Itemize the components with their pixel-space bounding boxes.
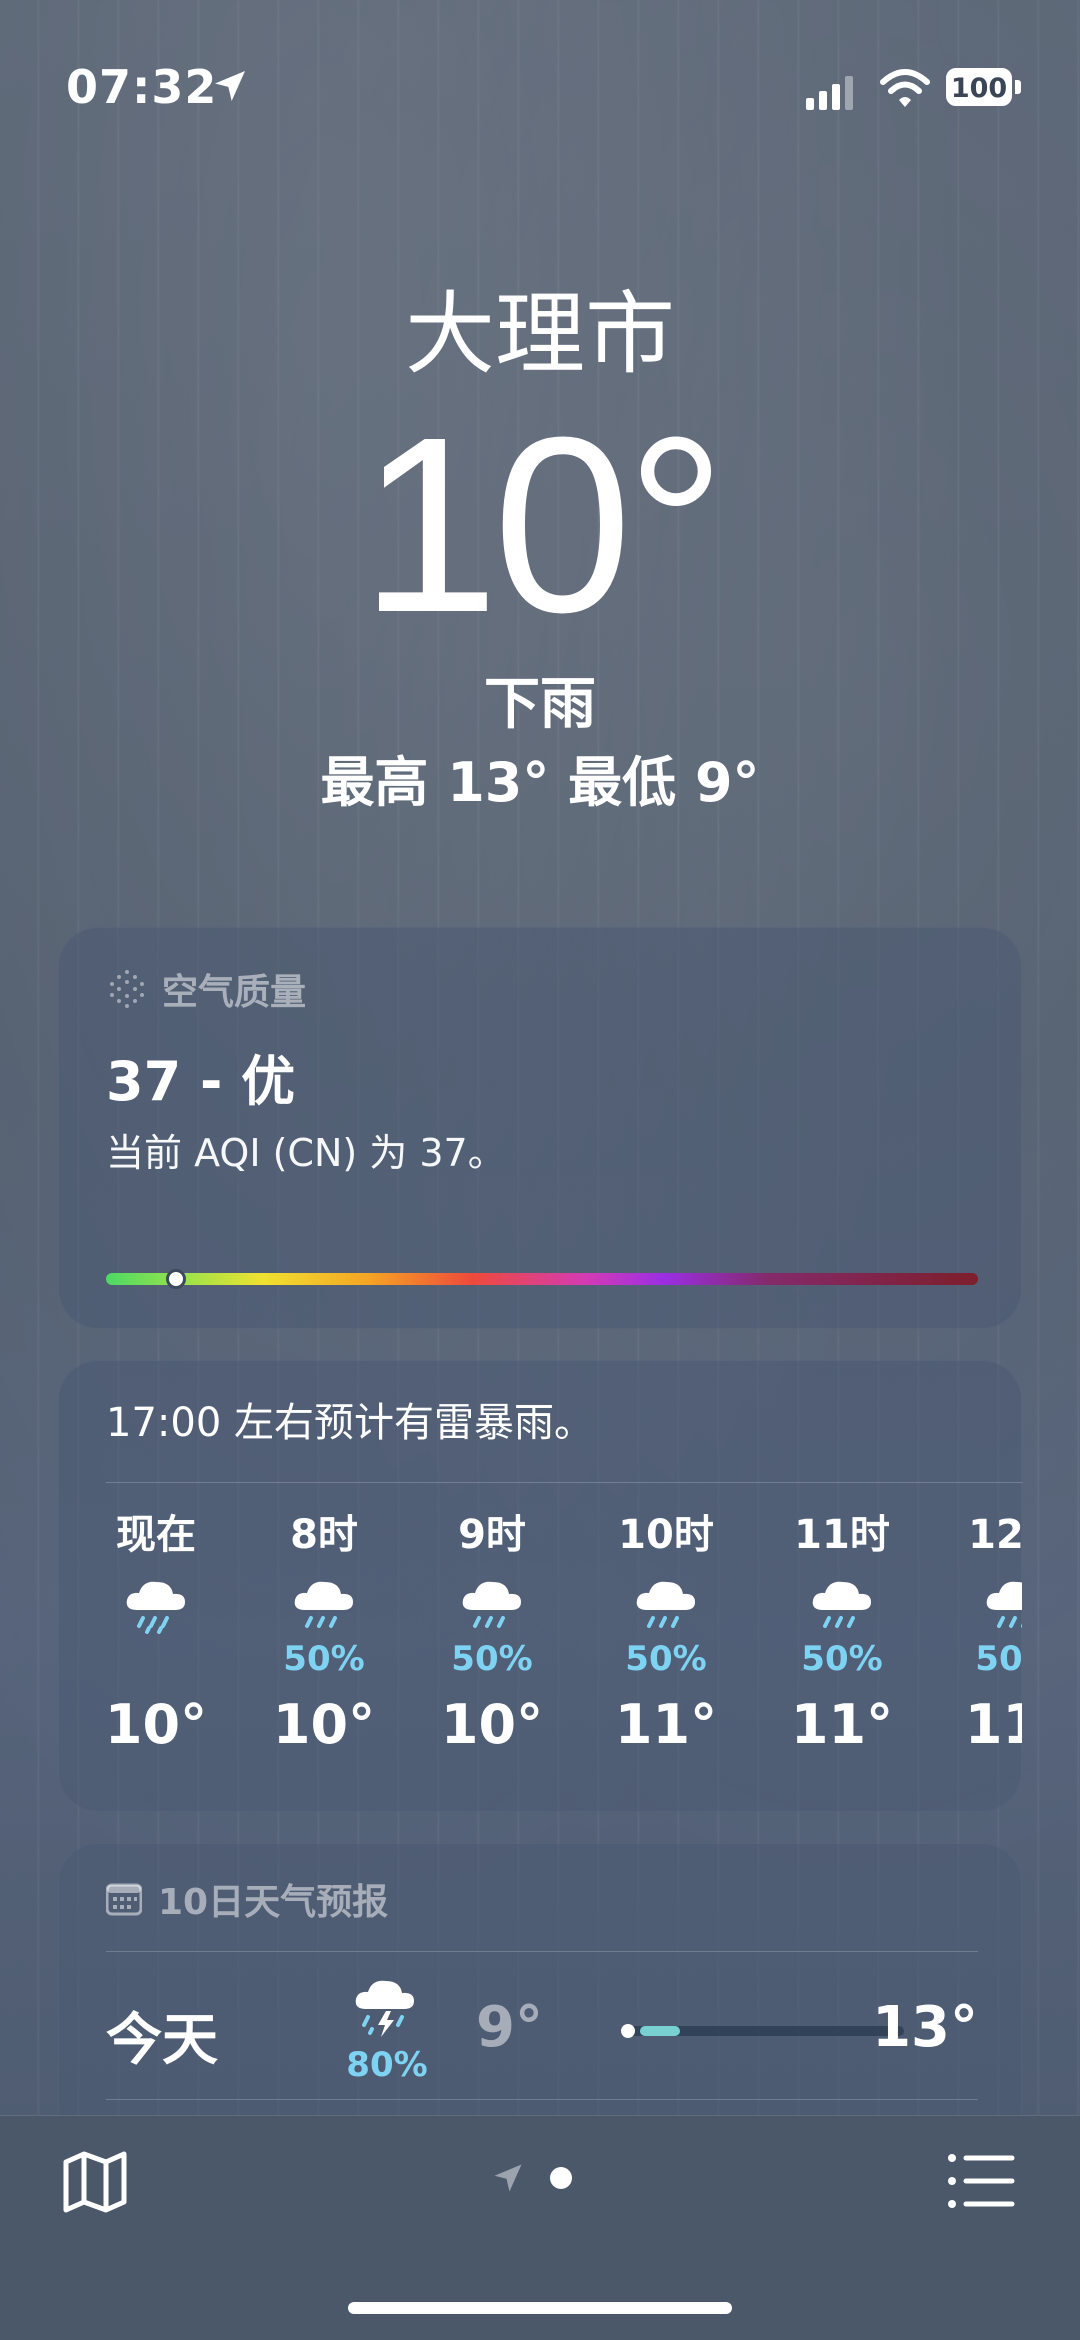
temperature-range-fill [640, 2026, 680, 2036]
cloud-rain-icon [812, 1581, 871, 1628]
hour-temperature: 10° [440, 1693, 544, 1756]
hour-temperature: 10° [272, 1693, 376, 1756]
hour-item: 12时 50% 11° [946, 1510, 1022, 1760]
cloud-rain-icon [636, 1581, 695, 1628]
high-temperature: 13° [872, 1995, 978, 2060]
precip-chance: 50% [451, 1639, 533, 1679]
precip-chance: 50% [625, 1639, 707, 1679]
hour-temperature: 10° [104, 1693, 208, 1756]
air-quality-title: 空气质量 [162, 972, 307, 1013]
aqi-value: 37 - 优 [106, 1050, 296, 1113]
aqi-description: 当前 AQI (CN) 为 37。 [106, 1131, 506, 1175]
day-label: 今天 [106, 2008, 218, 2073]
cloud-rain-icon [126, 1581, 185, 1634]
ten-day-header: 10日天气预报 [106, 1873, 388, 1925]
low-temperature: 9° [476, 1995, 543, 2060]
status-bar: 07:32 100 [0, 58, 1080, 118]
cellular-signal-icon [806, 76, 853, 110]
air-quality-icon [110, 970, 144, 1008]
hour-item: 8时 50% 10° [254, 1510, 394, 1760]
aqi-indicator [165, 1269, 186, 1289]
hour-label: 9时 [458, 1512, 526, 1558]
divider [106, 1951, 978, 1952]
hour-temperature: 11° [964, 1693, 1022, 1756]
hourly-list[interactable]: 现在 10° 8时 50% 10° 9时 50% 10° 10时 50% 11°… [78, 1510, 1022, 1810]
page-indicator[interactable] [490, 2160, 572, 2196]
precip-chance: 50% [283, 1639, 365, 1679]
battery-icon: 100 [946, 68, 1024, 108]
hour-item: 现在 10° [86, 1510, 226, 1760]
air-quality-card[interactable]: 空气质量 37 - 优 当前 AQI (CN) 为 37。 [58, 927, 1022, 1329]
cloud-rain-icon [294, 1581, 353, 1628]
precip-chance: 50% [975, 1639, 1022, 1679]
divider [106, 1482, 1022, 1483]
hourly-forecast-card[interactable]: 17:00 左右预计有雷暴雨。 现在 10° 8时 50% 10° 9时 50%… [58, 1360, 1022, 1812]
precip-chance: 80% [346, 2045, 428, 2085]
page-dot-active [550, 2167, 572, 2189]
precip-chance [86, 1640, 226, 1678]
calendar-icon [106, 1883, 142, 1916]
city-name: 大理市 [405, 282, 675, 387]
hour-label: 11时 [794, 1512, 890, 1558]
status-time: 07:32 [66, 60, 218, 114]
precip-chance: 50% [801, 1639, 883, 1679]
air-quality-header: 空气质量 [106, 963, 306, 1015]
ten-day-title: 10日天气预报 [158, 1882, 389, 1923]
aqi-scale-bar [106, 1269, 978, 1289]
cloud-rain-icon [986, 1581, 1022, 1628]
hour-label: 10时 [618, 1512, 714, 1558]
cloud-rain-icon [462, 1581, 521, 1628]
hour-temperature: 11° [614, 1693, 718, 1756]
forecast-summary: 17:00 左右预计有雷暴雨。 [106, 1400, 594, 1446]
list-icon[interactable] [946, 2148, 1016, 2214]
cloud-bolt-rain-icon [355, 1980, 414, 2037]
temperature-range-bar [621, 2024, 904, 2038]
location-arrow-icon [494, 2164, 522, 2192]
forecast-day-row[interactable]: 今天 80% 9° 13° [106, 1973, 978, 2103]
high-low-temperature: 最高 13° 最低 9° [320, 751, 760, 814]
hour-item: 11时 50% 11° [772, 1510, 912, 1760]
hour-label: 现在 [116, 1512, 196, 1558]
home-indicator[interactable] [348, 2302, 732, 2314]
wifi-icon [880, 69, 930, 107]
battery-level: 100 [946, 68, 1012, 106]
current-weather: 大理市 10° 下雨 最高 13° 最低 9° [0, 280, 1080, 818]
hour-label: 12时 [968, 1512, 1022, 1558]
divider [106, 2099, 978, 2100]
hour-label: 8时 [290, 1512, 358, 1558]
location-arrow-icon [215, 71, 245, 101]
map-icon[interactable] [60, 2146, 130, 2216]
hour-temperature: 11° [790, 1693, 894, 1756]
current-condition: 下雨 [484, 672, 596, 737]
current-temperature-marker [621, 2024, 635, 2038]
current-temperature: 10° [359, 385, 726, 664]
hour-item: 10时 50% 11° [596, 1510, 736, 1760]
hour-item: 9时 50% 10° [422, 1510, 562, 1760]
